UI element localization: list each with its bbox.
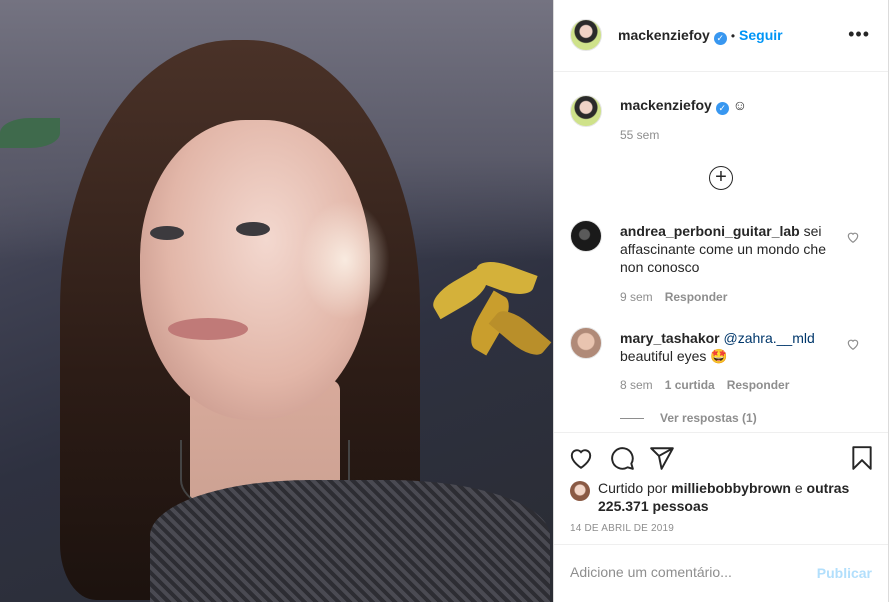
author-username[interactable]: mackenziefoy [618,27,710,43]
photo-leaf [0,118,60,148]
post-photo[interactable] [0,0,553,602]
bookmark-icon[interactable] [849,445,875,471]
heart-icon[interactable] [568,445,594,471]
photo-sweater [150,480,550,602]
post-sidebar: mackenziefoy ✓ • Seguir ••• mackenziefoy ✓ ☺… [553,0,889,602]
comment-time[interactable]: 8 sem [620,378,653,392]
post-header: mackenziefoy ✓ • Seguir ••• [554,0,888,72]
photo-right-eye [236,222,270,236]
liked-by-text: Curtido por milliebobbybrown e outras 22… [598,479,868,515]
photo-lips [168,318,248,340]
liked-middle: e [794,480,803,496]
commenter-avatar[interactable] [570,220,602,252]
caption-line: mackenziefoy ✓ ☺ [620,97,747,115]
verified-icon: ✓ [715,102,729,115]
comment-meta: 8 sem 1 curtida Responder [620,378,801,392]
heart-icon[interactable] [846,337,860,351]
reply-button[interactable]: Responder [665,290,728,304]
commenter-avatar[interactable] [570,327,602,359]
author-avatar[interactable] [570,19,602,51]
add-comment-bar: Publicar [554,544,888,602]
comment-mention[interactable]: @zahra.__mld [724,330,815,346]
comment-body: mary_tashakor @zahra.__mld beautiful eye… [620,329,842,365]
comment-meta: 9 sem Responder [620,290,739,304]
reply-button[interactable]: Responder [727,378,790,392]
caption-text: ☺ [732,97,748,113]
caption-avatar[interactable] [570,95,602,127]
follow-button[interactable]: Seguir [739,27,783,43]
plus-circle-icon[interactable]: + [709,166,733,190]
comment-icon[interactable] [609,445,635,471]
post-actions: Curtido por milliebobbybrown e outras 22… [554,432,888,544]
comment-body: andrea_perboni_guitar_lab sei affascinan… [620,222,842,276]
commenter-username[interactable]: andrea_perboni_guitar_lab [620,223,800,239]
verified-icon: ✓ [713,32,727,45]
caption-time[interactable]: 55 sem [620,128,659,142]
comment-input[interactable] [570,564,800,580]
header-author-line: mackenziefoy ✓ • Seguir [618,27,783,45]
comment-likes[interactable]: 1 curtida [665,378,715,392]
liker-avatar[interactable] [570,481,590,501]
publish-button[interactable]: Publicar [817,565,872,581]
replies-divider [620,418,644,420]
separator-dot: • [730,29,736,43]
post-date[interactable]: 14 DE ABRIL DE 2019 [570,523,674,534]
share-icon[interactable] [649,445,675,471]
comment-text: beautiful eyes 🤩 [620,348,728,364]
more-options-icon[interactable]: ••• [848,24,870,45]
heart-icon[interactable] [846,230,860,244]
liked-user[interactable]: milliebobbybrown [671,480,791,496]
view-replies-button[interactable]: Ver respostas (1) [620,411,757,425]
photo-left-eye [150,226,184,240]
photo-light [300,200,390,320]
caption-username[interactable]: mackenziefoy [620,97,712,113]
view-replies-label: Ver respostas (1) [660,411,757,425]
commenter-username[interactable]: mary_tashakor [620,330,720,346]
comment-time[interactable]: 9 sem [620,290,653,304]
photo-flower [420,250,552,370]
liked-prefix: Curtido por [598,480,668,496]
